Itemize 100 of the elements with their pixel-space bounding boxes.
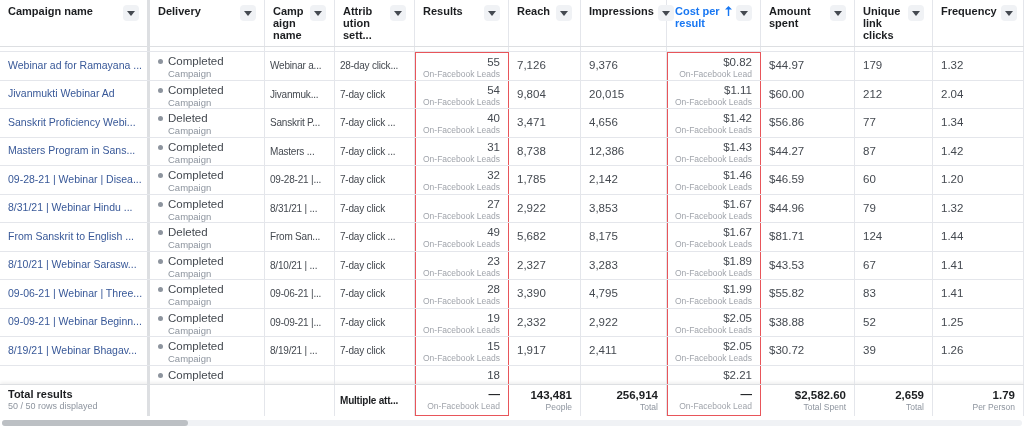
metric-label: On-Facebook Leads bbox=[422, 96, 500, 108]
attribution-setting: 7-day click bbox=[340, 344, 386, 359]
metric-label: People bbox=[545, 401, 572, 413]
metric-label: On-Facebook Leads bbox=[674, 324, 752, 336]
column-header[interactable]: Reach bbox=[517, 5, 551, 17]
reach-value: 2,327 bbox=[517, 257, 546, 273]
campaign-link[interactable]: 8/31/21 | Webinar Hindu ... bbox=[8, 200, 133, 217]
amount-spent: $44.97 bbox=[769, 58, 805, 74]
dropdown-button[interactable] bbox=[310, 5, 326, 21]
amount-spent: $46.59 bbox=[769, 172, 805, 188]
delivery-status: Completed bbox=[168, 368, 224, 382]
amount-spent: $44.96 bbox=[769, 200, 805, 216]
delivery-status: Completed bbox=[168, 83, 224, 97]
column-header[interactable]: Results bbox=[423, 5, 463, 17]
dropdown-button[interactable] bbox=[484, 5, 500, 21]
campaign-name: 09-28-21 |... bbox=[270, 173, 322, 188]
campaign-name: Sanskrit P... bbox=[270, 116, 321, 131]
caret-icon bbox=[127, 10, 135, 16]
column-header[interactable]: Unique link clicks bbox=[863, 5, 904, 41]
metric-value: — bbox=[488, 387, 500, 401]
arrow-up-icon bbox=[725, 6, 732, 16]
column-header[interactable]: Delivery bbox=[158, 5, 201, 17]
delivery-status: Completed bbox=[168, 55, 224, 68]
metric-value: $1.67 bbox=[723, 196, 752, 211]
column-header[interactable]: Frequency bbox=[941, 5, 997, 17]
metric-value: $1.67 bbox=[723, 225, 752, 239]
metric-label: On-Facebook Leads bbox=[422, 125, 500, 136]
scrollbar-thumb[interactable] bbox=[2, 419, 188, 426]
metric-value: 256,914 bbox=[616, 387, 658, 402]
delivery-status: Completed bbox=[168, 140, 224, 154]
amount-spent: $44.27 bbox=[769, 143, 805, 159]
metric-label: On-Facebook Leads bbox=[674, 96, 752, 108]
delivery-type: Campaign bbox=[168, 68, 213, 79]
metric-value: 32 bbox=[487, 168, 500, 182]
reach-value: 7,126 bbox=[517, 58, 546, 74]
metric-label: On-Facebook Leads bbox=[422, 153, 500, 165]
metric-value: $2.21 bbox=[723, 367, 752, 382]
campaign-name: Webinar a... bbox=[270, 59, 322, 74]
dropdown-button[interactable] bbox=[908, 5, 924, 21]
metric-label: On-Facebook Leads bbox=[422, 69, 500, 80]
metric-label: On-Facebook Leads bbox=[422, 296, 500, 307]
campaign-link[interactable]: Sanskrit Proficiency Webi... bbox=[8, 114, 136, 131]
campaign-link[interactable]: Jivanmukti Webinar Ad bbox=[8, 86, 115, 103]
column-header[interactable]: Impressions bbox=[589, 5, 654, 17]
column-header[interactable]: Campaign name bbox=[8, 5, 93, 17]
dropdown-button[interactable] bbox=[123, 5, 139, 21]
campaign-link[interactable]: 09-06-21 | Webinar | Three... bbox=[8, 285, 143, 302]
dropdown-button[interactable] bbox=[1000, 5, 1017, 21]
amount-spent: $56.86 bbox=[769, 115, 805, 131]
metric-label: Total bbox=[640, 401, 658, 413]
column-header[interactable]: Cost per result bbox=[675, 5, 721, 29]
campaign-link[interactable]: 8/19/21 | Webinar Bhagav... bbox=[8, 342, 137, 359]
reach-value: 5,682 bbox=[517, 229, 546, 245]
metric-value: 49 bbox=[487, 225, 500, 239]
dropdown-button[interactable] bbox=[556, 5, 572, 21]
impressions-value: 20,015 bbox=[589, 86, 625, 102]
reach-value: 2,922 bbox=[517, 200, 546, 216]
link-clicks: 52 bbox=[863, 314, 876, 330]
metric-label: Total Spent bbox=[803, 401, 846, 413]
campaign-link[interactable]: 09-09-21 | Webinar Beginn... bbox=[8, 314, 142, 331]
metric-label: On-Facebook Leads bbox=[674, 296, 752, 307]
column-header[interactable]: Attrib ution sett... bbox=[343, 5, 386, 41]
delivery-status: Deleted bbox=[168, 112, 209, 125]
metric-value: $2.05 bbox=[723, 339, 752, 353]
campaign-name: Jivanmuk... bbox=[270, 87, 319, 102]
metric-value: 31 bbox=[487, 139, 500, 154]
delivery-status: Completed bbox=[168, 283, 224, 296]
attribution-setting: 7-day click bbox=[340, 287, 386, 302]
metric-label: On-Facebook Leads bbox=[422, 267, 500, 279]
campaign-link[interactable]: 8/10/21 | Webinar Sarasw... bbox=[8, 257, 137, 274]
delivery-status: Completed bbox=[168, 169, 224, 182]
frequency-value: 2.04 bbox=[941, 86, 964, 102]
campaign-link[interactable]: From Sanskrit to English ... bbox=[8, 228, 135, 245]
dropdown-button[interactable] bbox=[240, 5, 256, 21]
frequency-value: 1.32 bbox=[941, 200, 964, 216]
metric-value: $0.82 bbox=[723, 55, 752, 69]
dropdown-button[interactable] bbox=[736, 5, 752, 21]
metric-label: On-Facebook Leads bbox=[674, 353, 752, 364]
metric-label: On-Facebook Leads bbox=[422, 353, 500, 364]
frequency-value: 1.20 bbox=[941, 172, 964, 188]
frequency-value: 1.42 bbox=[941, 143, 964, 159]
dropdown-button[interactable] bbox=[657, 5, 674, 21]
metric-value: 15 bbox=[487, 339, 500, 353]
metric-label: On-Facebook Leads bbox=[674, 125, 752, 136]
link-clicks: 39 bbox=[863, 343, 876, 359]
metric-value: $2,582.60 bbox=[794, 387, 846, 402]
frequency-value: 1.25 bbox=[941, 314, 964, 330]
campaign-link[interactable]: 09-28-21 | Webinar | Disea... bbox=[8, 171, 142, 188]
total-results-title: Total results bbox=[8, 388, 74, 401]
dropdown-button[interactable] bbox=[830, 5, 846, 21]
campaign-link[interactable]: Masters Program in Sans... bbox=[8, 143, 136, 160]
metric-value: 23 bbox=[487, 253, 500, 268]
dropdown-button[interactable] bbox=[390, 5, 406, 21]
caret-icon bbox=[394, 10, 402, 16]
attribution-setting: 7-day click bbox=[340, 201, 386, 216]
column-header[interactable]: Camp aign name bbox=[273, 5, 306, 41]
delivery-type: Campaign bbox=[168, 239, 212, 250]
campaign-link[interactable]: Webinar ad for Ramayana ... bbox=[8, 57, 143, 74]
column-header[interactable]: Amount spent bbox=[769, 5, 826, 29]
metric-label: Total bbox=[906, 401, 924, 413]
